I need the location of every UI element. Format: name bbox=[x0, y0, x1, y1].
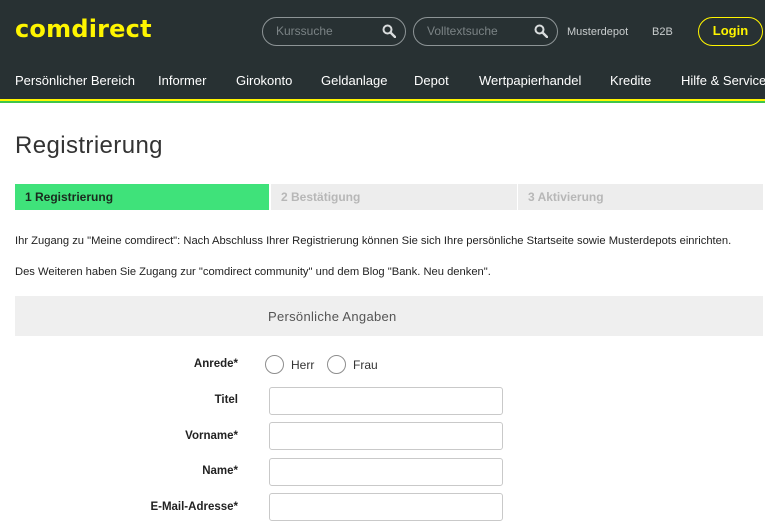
nav-item-informer[interactable]: Informer bbox=[158, 73, 206, 88]
kurssuche-placeholder: Kurssuche bbox=[276, 24, 333, 38]
volltextsuche-placeholder: Volltextsuche bbox=[427, 24, 498, 38]
main-nav: Persönlicher Bereich Informer Girokonto … bbox=[0, 73, 765, 95]
intro-text-2: Des Weiteren haben Sie Zugang zur "comdi… bbox=[15, 266, 491, 278]
titel-label: Titel bbox=[214, 394, 238, 406]
name-field[interactable] bbox=[269, 458, 503, 486]
page-title: Registrierung bbox=[15, 132, 163, 159]
musterdepot-link[interactable]: Musterdepot bbox=[567, 26, 628, 38]
search-icon[interactable] bbox=[382, 24, 396, 38]
vorname-label: Vorname* bbox=[185, 430, 238, 442]
nav-item-girokonto[interactable]: Girokonto bbox=[236, 73, 292, 88]
section-header: Persönliche Angaben bbox=[15, 296, 763, 336]
b2b-link[interactable]: B2B bbox=[652, 26, 673, 38]
step-bestaetigung: 2 Bestätigung bbox=[271, 184, 517, 210]
nav-item-wertpapierhandel[interactable]: Wertpapierhandel bbox=[479, 73, 581, 88]
search-icon[interactable] bbox=[534, 24, 548, 38]
titel-field[interactable] bbox=[269, 387, 503, 415]
kurssuche-input[interactable]: Kurssuche bbox=[262, 17, 406, 46]
step-aktivierung: 3 Aktivierung bbox=[518, 184, 763, 210]
anrede-label: Anrede* bbox=[193, 358, 238, 370]
vorname-field[interactable] bbox=[269, 422, 503, 450]
nav-item-kredite[interactable]: Kredite bbox=[610, 73, 651, 88]
name-label: Name* bbox=[202, 465, 238, 477]
login-button[interactable]: Login bbox=[698, 17, 763, 46]
site-header: comdirect Kurssuche Volltextsuche Muster… bbox=[0, 0, 765, 101]
header-accent-green bbox=[0, 101, 765, 103]
anrede-herr-label[interactable]: Herr bbox=[291, 358, 314, 372]
comdirect-logo[interactable]: comdirect bbox=[15, 15, 152, 43]
intro-text-1: Ihr Zugang zu "Meine comdirect": Nach Ab… bbox=[15, 235, 732, 247]
anrede-herr-radio[interactable] bbox=[265, 355, 284, 374]
progress-steps: 1 Registrierung 2 Bestätigung 3 Aktivier… bbox=[15, 184, 763, 210]
section-title: Persönliche Angaben bbox=[268, 309, 397, 324]
nav-item-geldanlage[interactable]: Geldanlage bbox=[321, 73, 388, 88]
volltextsuche-input[interactable]: Volltextsuche bbox=[413, 17, 558, 46]
email-label: E-Mail-Adresse* bbox=[150, 501, 238, 513]
step-registrierung: 1 Registrierung bbox=[15, 184, 269, 210]
nav-item-depot[interactable]: Depot bbox=[414, 73, 449, 88]
nav-item-persoenlicher-bereich[interactable]: Persönlicher Bereich bbox=[15, 73, 135, 88]
anrede-frau-label[interactable]: Frau bbox=[353, 358, 378, 372]
anrede-frau-radio[interactable] bbox=[327, 355, 346, 374]
email-field[interactable] bbox=[269, 493, 503, 521]
nav-item-hilfe-service[interactable]: Hilfe & Service bbox=[681, 73, 765, 88]
